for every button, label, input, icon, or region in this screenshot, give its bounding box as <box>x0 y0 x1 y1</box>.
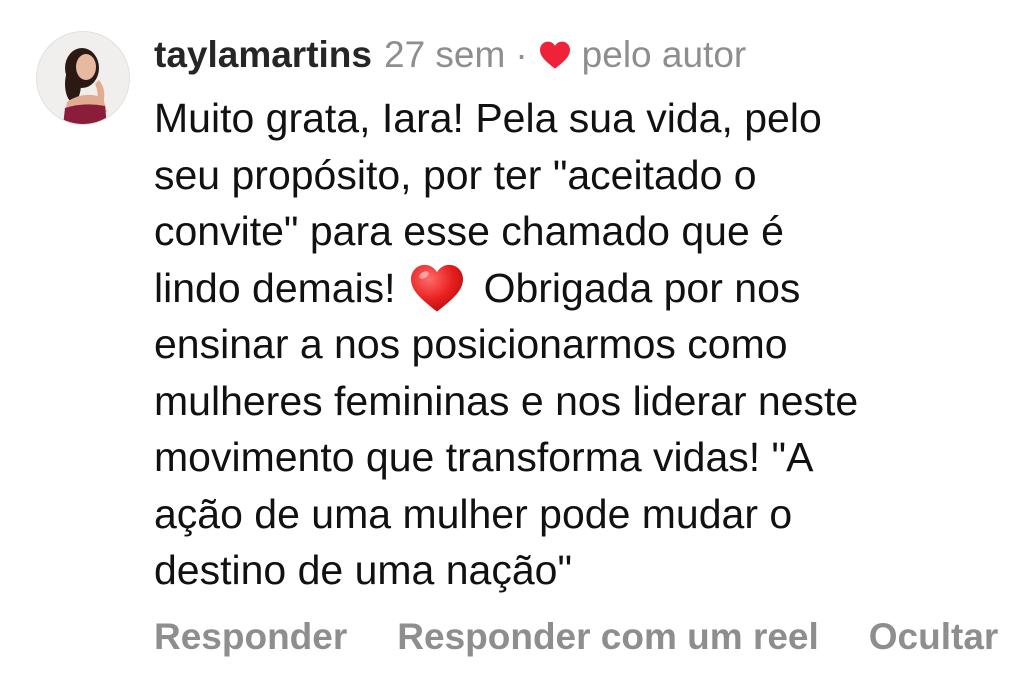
comment-line-segment: lindo demais! <box>154 264 396 311</box>
comment-actions: Responder Responder com um reel Ocultar <box>154 612 1024 662</box>
avatar[interactable] <box>36 31 130 125</box>
comment-line: ação de uma mulher pode mudar o <box>154 490 793 537</box>
comment-item: taylamartins 27 sem · pelo autor Muito g… <box>0 0 1024 693</box>
avatar-photo <box>37 32 129 124</box>
comment-line-with-emoji: lindo demais! Obrigada por nos <box>154 260 994 317</box>
liked-by-author-label: pelo autor <box>581 34 747 75</box>
comment-line: ensinar a nos posicionarmos como <box>154 321 788 367</box>
username[interactable]: taylamartins <box>154 34 372 76</box>
comment-text: Muito grata, Iara! Pela sua vida, pelo s… <box>154 90 994 599</box>
hide-button[interactable]: Ocultar <box>869 616 999 658</box>
comment-line: convite" para esse chamado que é <box>154 208 784 254</box>
comment-line-segment: Obrigada por nos <box>483 264 801 311</box>
heart-icon <box>539 41 570 69</box>
comment-line: Muito grata, Iara! Pela sua vida, pelo <box>154 95 822 141</box>
separator-dot: · <box>515 34 528 75</box>
reply-button[interactable]: Responder <box>154 616 347 658</box>
comment-time: 27 sem <box>384 34 506 75</box>
comment-line: destino de uma nação" <box>154 547 573 593</box>
comment-line: mulheres femininas e nos liderar neste <box>154 377 859 424</box>
reply-with-reel-button[interactable]: Responder com um reel <box>397 616 819 658</box>
comment-line: movimento que transforma vidas! "A <box>154 434 814 480</box>
heart-emoji-icon <box>410 264 463 312</box>
comment-header: taylamartins 27 sem · pelo autor <box>154 30 746 80</box>
comment-line: seu propósito, por ter "aceitado o <box>154 151 757 198</box>
